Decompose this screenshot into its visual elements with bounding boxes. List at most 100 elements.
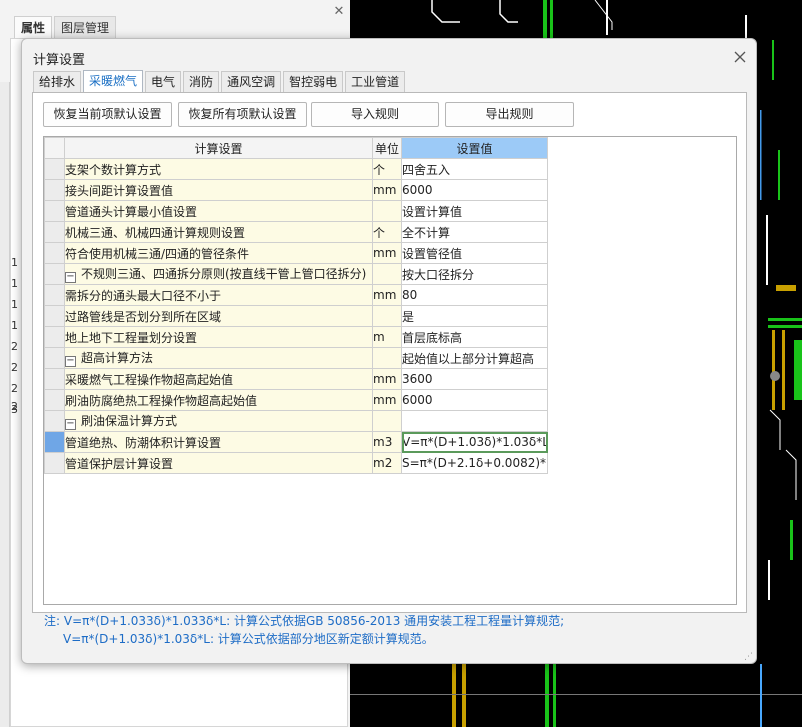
row-selector[interactable] xyxy=(44,158,65,180)
collapse-icon[interactable]: − xyxy=(65,272,76,283)
formula-note: 注: V=π*(D+1.033δ)*1.033δ*L: 计算公式依据GB 508… xyxy=(44,614,565,628)
row-selector[interactable] xyxy=(44,326,65,348)
tab-heating-gas[interactable]: 采暖燃气 xyxy=(83,70,144,92)
row-selector[interactable] xyxy=(44,410,65,432)
restore-current-default-button[interactable]: 恢复当前项默认设置 xyxy=(43,102,172,127)
row-selector[interactable] xyxy=(44,431,65,453)
settings-grid: 计算设置 单位 设置值 支架个数计算方式 个 四舍五入 接头间距计算设置值 mm… xyxy=(43,136,737,605)
formula-note: V=π*(D+1.03δ)*1.03δ*L: 计算公式依据部分地区新定额计算规范… xyxy=(63,632,434,646)
table-row[interactable]: 管道通头计算最小值设置 设置计算值 xyxy=(44,200,548,222)
collapse-icon[interactable]: − xyxy=(65,419,76,430)
tab-water-supply-drainage[interactable]: 给排水 xyxy=(33,71,82,92)
row-index: 2 xyxy=(11,382,18,395)
table-row[interactable]: 过路管线是否划分到所在区域 是 xyxy=(44,305,548,327)
table-row-current[interactable]: 管道绝热、防潮体积计算设置 m3 V=π*(D+1.03δ)*1.03δ*L xyxy=(44,431,548,453)
property-panel-tabs: 属性 图层管理 xyxy=(14,16,118,38)
setting-value[interactable]: 6000 xyxy=(401,389,548,411)
row-index: 1 xyxy=(11,277,18,290)
setting-value[interactable]: 起始值以上部分计算超高 xyxy=(401,347,548,369)
setting-name: 过路管线是否划分到所在区域 xyxy=(64,305,373,327)
setting-value[interactable]: 首层底标高 xyxy=(401,326,548,348)
row-selector-header xyxy=(44,137,65,159)
setting-unit: mm xyxy=(372,284,402,306)
setting-name: 管道保护层计算设置 xyxy=(65,456,174,471)
table-row[interactable]: 管道保护层计算设置 m2 S=π*(D+2.1δ+0.0082)*L xyxy=(44,452,548,474)
table-row[interactable]: 需拆分的通头最大口径不小于 mm 80 xyxy=(44,284,548,306)
setting-value[interactable] xyxy=(401,410,548,432)
setting-name-cell: 刷油防腐绝热工程操作物超高起始值 xyxy=(64,389,373,411)
tab-layer-management[interactable]: 图层管理 xyxy=(54,16,117,38)
table-row-group[interactable]: − 不规则三通、四通拆分原则(按直线干管上管口径拆分) 按大口径拆分 xyxy=(44,263,548,285)
row-selector[interactable] xyxy=(44,200,65,222)
row-selector[interactable] xyxy=(44,347,65,369)
close-icon[interactable] xyxy=(731,48,749,66)
setting-value[interactable]: 3600 xyxy=(401,368,548,390)
setting-unit xyxy=(372,263,402,285)
setting-name: 不规则三通、四通拆分原则(按直线干管上管口径拆分) xyxy=(81,267,367,281)
setting-unit: mm xyxy=(372,179,402,201)
setting-unit xyxy=(372,305,402,327)
collapse-icon[interactable]: − xyxy=(65,356,76,367)
row-selector[interactable] xyxy=(44,305,65,327)
row-selector[interactable] xyxy=(44,221,65,243)
table-row[interactable]: 刷油防腐绝热工程操作物超高起始值 mm 6000 xyxy=(44,389,548,411)
table-row-group[interactable]: − 超高计算方法 起始值以上部分计算超高 xyxy=(44,347,548,369)
row-selector[interactable] xyxy=(44,452,65,474)
row-index: 1 xyxy=(11,319,18,332)
export-rules-button[interactable]: 导出规则 xyxy=(445,102,574,127)
row-selector[interactable] xyxy=(44,389,65,411)
table-row[interactable]: 机械三通、机械四通计算规则设置 个 全不计算 xyxy=(44,221,548,243)
import-rules-button[interactable]: 导入规则 xyxy=(311,102,439,127)
row-index: 1 xyxy=(11,256,18,269)
table-row[interactable]: 符合使用机械三通/四通的管径条件 mm 设置管径值 xyxy=(44,242,548,264)
settings-panel: 恢复当前项默认设置 恢复所有项默认设置 导入规则 导出规则 计算设置 单位 设置… xyxy=(32,92,747,613)
table-row[interactable]: 地上地下工程量划分设置 m 首层底标高 xyxy=(44,326,548,348)
setting-value[interactable]: S=π*(D+2.1δ+0.0082)*L xyxy=(401,452,548,474)
row-selector[interactable] xyxy=(44,284,65,306)
setting-value[interactable]: 按大口径拆分 xyxy=(401,263,548,285)
tab-electrical[interactable]: 电气 xyxy=(145,71,182,92)
setting-value-editor[interactable]: V=π*(D+1.03δ)*1.03δ*L xyxy=(401,431,548,453)
setting-name: 机械三通、机械四通计算规则设置 xyxy=(64,221,373,243)
setting-value[interactable]: 四舍五入 xyxy=(401,158,548,180)
setting-unit: m xyxy=(372,326,402,348)
setting-value[interactable]: 设置管径值 xyxy=(401,242,548,264)
setting-name: 符合使用机械三通/四通的管径条件 xyxy=(64,242,373,264)
close-icon[interactable]: ✕ xyxy=(332,5,346,19)
tab-industrial-pipeline[interactable]: 工业管道 xyxy=(345,71,406,92)
setting-unit xyxy=(372,410,402,432)
setting-value[interactable]: 80 xyxy=(401,284,548,306)
row-index: 1 xyxy=(11,298,18,311)
setting-value[interactable]: 是 xyxy=(401,305,548,327)
tab-fire-protection[interactable]: 消防 xyxy=(183,71,220,92)
row-selector[interactable] xyxy=(44,242,65,264)
settings-table: 计算设置 单位 设置值 支架个数计算方式 个 四舍五入 接头间距计算设置值 mm… xyxy=(44,137,548,474)
column-header-value[interactable]: 设置值 xyxy=(401,137,548,159)
resize-grip-icon[interactable]: ⋰ xyxy=(744,652,753,662)
table-row[interactable]: 采暖燃气工程操作物超高起始值 mm 3600 xyxy=(44,368,548,390)
row-selector[interactable] xyxy=(44,368,65,390)
setting-unit: mm xyxy=(372,389,402,411)
row-index: 2 xyxy=(11,340,18,353)
row-selector[interactable] xyxy=(44,179,65,201)
tab-hvac[interactable]: 通风空调 xyxy=(221,71,282,92)
table-row[interactable]: 支架个数计算方式 个 四舍五入 xyxy=(44,158,548,180)
tab-properties[interactable]: 属性 xyxy=(14,16,53,38)
setting-name: 接头间距计算设置值 xyxy=(64,179,373,201)
setting-value[interactable]: 全不计算 xyxy=(401,221,548,243)
column-header-name[interactable]: 计算设置 xyxy=(64,137,373,159)
tab-intelligent-low-voltage[interactable]: 智控弱电 xyxy=(283,71,344,92)
column-header-unit[interactable]: 单位 xyxy=(372,137,402,159)
setting-unit: mm xyxy=(372,368,402,390)
setting-group-name: − 超高计算方法 xyxy=(64,347,373,369)
setting-name: 刷油保温计算方式 xyxy=(81,414,178,428)
row-selector[interactable] xyxy=(44,263,65,285)
setting-value[interactable]: 设置计算值 xyxy=(401,200,548,222)
setting-value[interactable]: 6000 xyxy=(401,179,548,201)
setting-group-name: − 不规则三通、四通拆分原则(按直线干管上管口径拆分) xyxy=(64,263,373,285)
row-index: 3 xyxy=(11,403,18,416)
restore-all-default-button[interactable]: 恢复所有项默认设置 xyxy=(178,102,307,127)
setting-unit: m2 xyxy=(372,452,402,474)
table-row[interactable]: 接头间距计算设置值 mm 6000 xyxy=(44,179,548,201)
table-row-group[interactable]: − 刷油保温计算方式 xyxy=(44,410,548,432)
